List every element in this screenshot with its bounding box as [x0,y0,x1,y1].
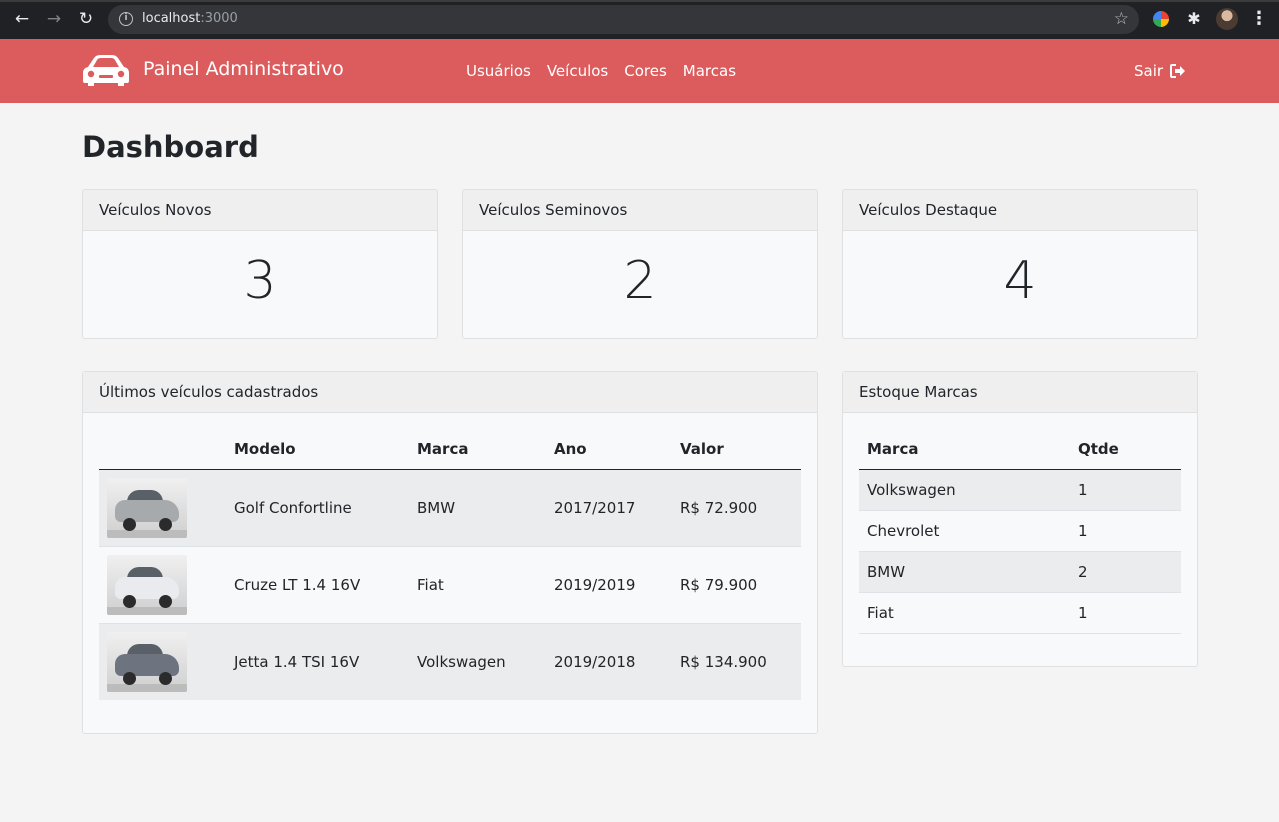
table-row[interactable]: Cruze LT 1.4 16V Fiat 2019/2019 R$ 79.90… [99,545,801,623]
stat-card-title: Veículos Seminovos [463,190,817,231]
nav-link-marcas[interactable]: Marcas [683,62,736,80]
stat-card-value: 4 [1003,251,1037,311]
table-row[interactable]: BMW 2 [859,551,1181,593]
brand-name: Fiat [859,592,1070,634]
nav-link-cores[interactable]: Cores [624,62,667,80]
main-nav: Usuários Veículos Cores Marcas [466,62,736,80]
recent-vehicles-card: Últimos veículos cadastrados Modelo Marc… [82,371,818,734]
table-row[interactable]: Jetta 1.4 TSI 16V Volkswagen 2019/2018 R… [99,622,801,700]
site-info-icon[interactable]: i [119,12,133,26]
back-arrow-icon[interactable]: ← [11,8,33,30]
vehicle-valor: R$ 72.900 [672,468,801,546]
stat-card-seminovos: Veículos Seminovos 2 [462,189,818,339]
profile-avatar[interactable] [1216,8,1238,30]
column-header-marca: Marca [409,429,546,470]
nav-link-usuarios[interactable]: Usuários [466,62,531,80]
column-header-marca: Marca [859,429,1070,470]
vehicle-marca: BMW [409,468,546,546]
vehicle-valor: R$ 79.900 [672,545,801,623]
brand-name: Chevrolet [859,510,1070,552]
table-row[interactable]: Chevrolet 1 [859,510,1181,552]
brand-qtde: 1 [1070,510,1181,552]
brand-qtde: 1 [1070,592,1181,634]
column-header-ano: Ano [546,429,672,470]
brand-stock-title: Estoque Marcas [843,372,1197,413]
logout-button[interactable]: Sair [1134,62,1186,80]
nav-link-veiculos[interactable]: Veículos [547,62,608,80]
color-picker-extension-icon[interactable] [1153,11,1169,27]
brand-name: BMW [859,551,1070,593]
vehicle-photo[interactable] [107,554,187,615]
column-header-photo [99,429,226,470]
browser-menu-icon[interactable]: ⋮ [1249,9,1269,29]
address-bar[interactable]: i localhost:3000 ☆ [108,5,1139,34]
car-logo-icon[interactable] [82,53,130,87]
stat-card-value: 3 [243,251,277,311]
column-header-qtde: Qtde [1070,429,1181,470]
url-port: :3000 [200,11,238,26]
photo-cell [99,468,226,546]
app-navbar: Painel Administrativo Usuários Veículos … [0,39,1279,103]
vehicle-marca: Fiat [409,545,546,623]
reload-icon[interactable]: ↻ [75,8,97,30]
vehicle-valor: R$ 134.900 [672,622,801,700]
recent-vehicles-title: Últimos veículos cadastrados [83,372,817,413]
table-row[interactable]: Golf Confortline BMW 2017/2017 R$ 72.900 [99,468,801,546]
column-header-valor: Valor [672,429,801,470]
vehicle-ano: 2019/2018 [546,622,672,700]
table-row[interactable]: Fiat 1 [859,592,1181,634]
brand-stock-table: Marca Qtde Volkswagen 1 Chevrolet 1 BMW … [859,429,1181,634]
table-row[interactable]: Volkswagen 1 [859,469,1181,511]
bookmark-star-icon[interactable]: ☆ [1114,9,1129,29]
vehicle-modelo: Jetta 1.4 TSI 16V [226,622,409,700]
sign-out-icon [1170,64,1186,78]
vehicle-marca: Volkswagen [409,622,546,700]
vehicle-ano: 2017/2017 [546,468,672,546]
stat-card-title: Veículos Novos [83,190,437,231]
recent-vehicles-table: Modelo Marca Ano Valor Golf Confortline … [99,429,801,700]
table-header-row: Marca Qtde [859,429,1181,470]
car-body [115,499,179,522]
browser-toolbar: ← → ↻ i localhost:3000 ☆ ✱ ⋮ [0,0,1279,39]
brand-title[interactable]: Painel Administrativo [143,58,344,80]
stat-card-value: 2 [623,251,657,311]
stat-card-destaque: Veículos Destaque 4 [842,189,1198,339]
brand-qtde: 2 [1070,551,1181,593]
car-body [115,576,179,599]
vehicle-photo[interactable] [107,477,187,538]
url-text[interactable]: localhost:3000 [142,11,238,26]
photo-cell [99,545,226,623]
forward-arrow-icon[interactable]: → [43,8,65,30]
brand-name: Volkswagen [859,469,1070,511]
vehicle-photo[interactable] [107,631,187,692]
vehicle-ano: 2019/2019 [546,545,672,623]
page-title: Dashboard [82,130,259,164]
vehicle-modelo: Cruze LT 1.4 16V [226,545,409,623]
vehicle-modelo: Golf Confortline [226,468,409,546]
tab-strip-edge [0,0,1279,2]
table-header-row: Modelo Marca Ano Valor [99,429,801,470]
brand-stock-card: Estoque Marcas Marca Qtde Volkswagen 1 C… [842,371,1198,667]
stat-card-title: Veículos Destaque [843,190,1197,231]
stat-card-novos: Veículos Novos 3 [82,189,438,339]
extensions-puzzle-icon[interactable]: ✱ [1184,9,1204,29]
photo-cell [99,622,226,700]
brand-qtde: 1 [1070,469,1181,511]
column-header-modelo: Modelo [226,429,409,470]
logout-label: Sair [1134,62,1164,80]
url-host: localhost [142,11,201,26]
